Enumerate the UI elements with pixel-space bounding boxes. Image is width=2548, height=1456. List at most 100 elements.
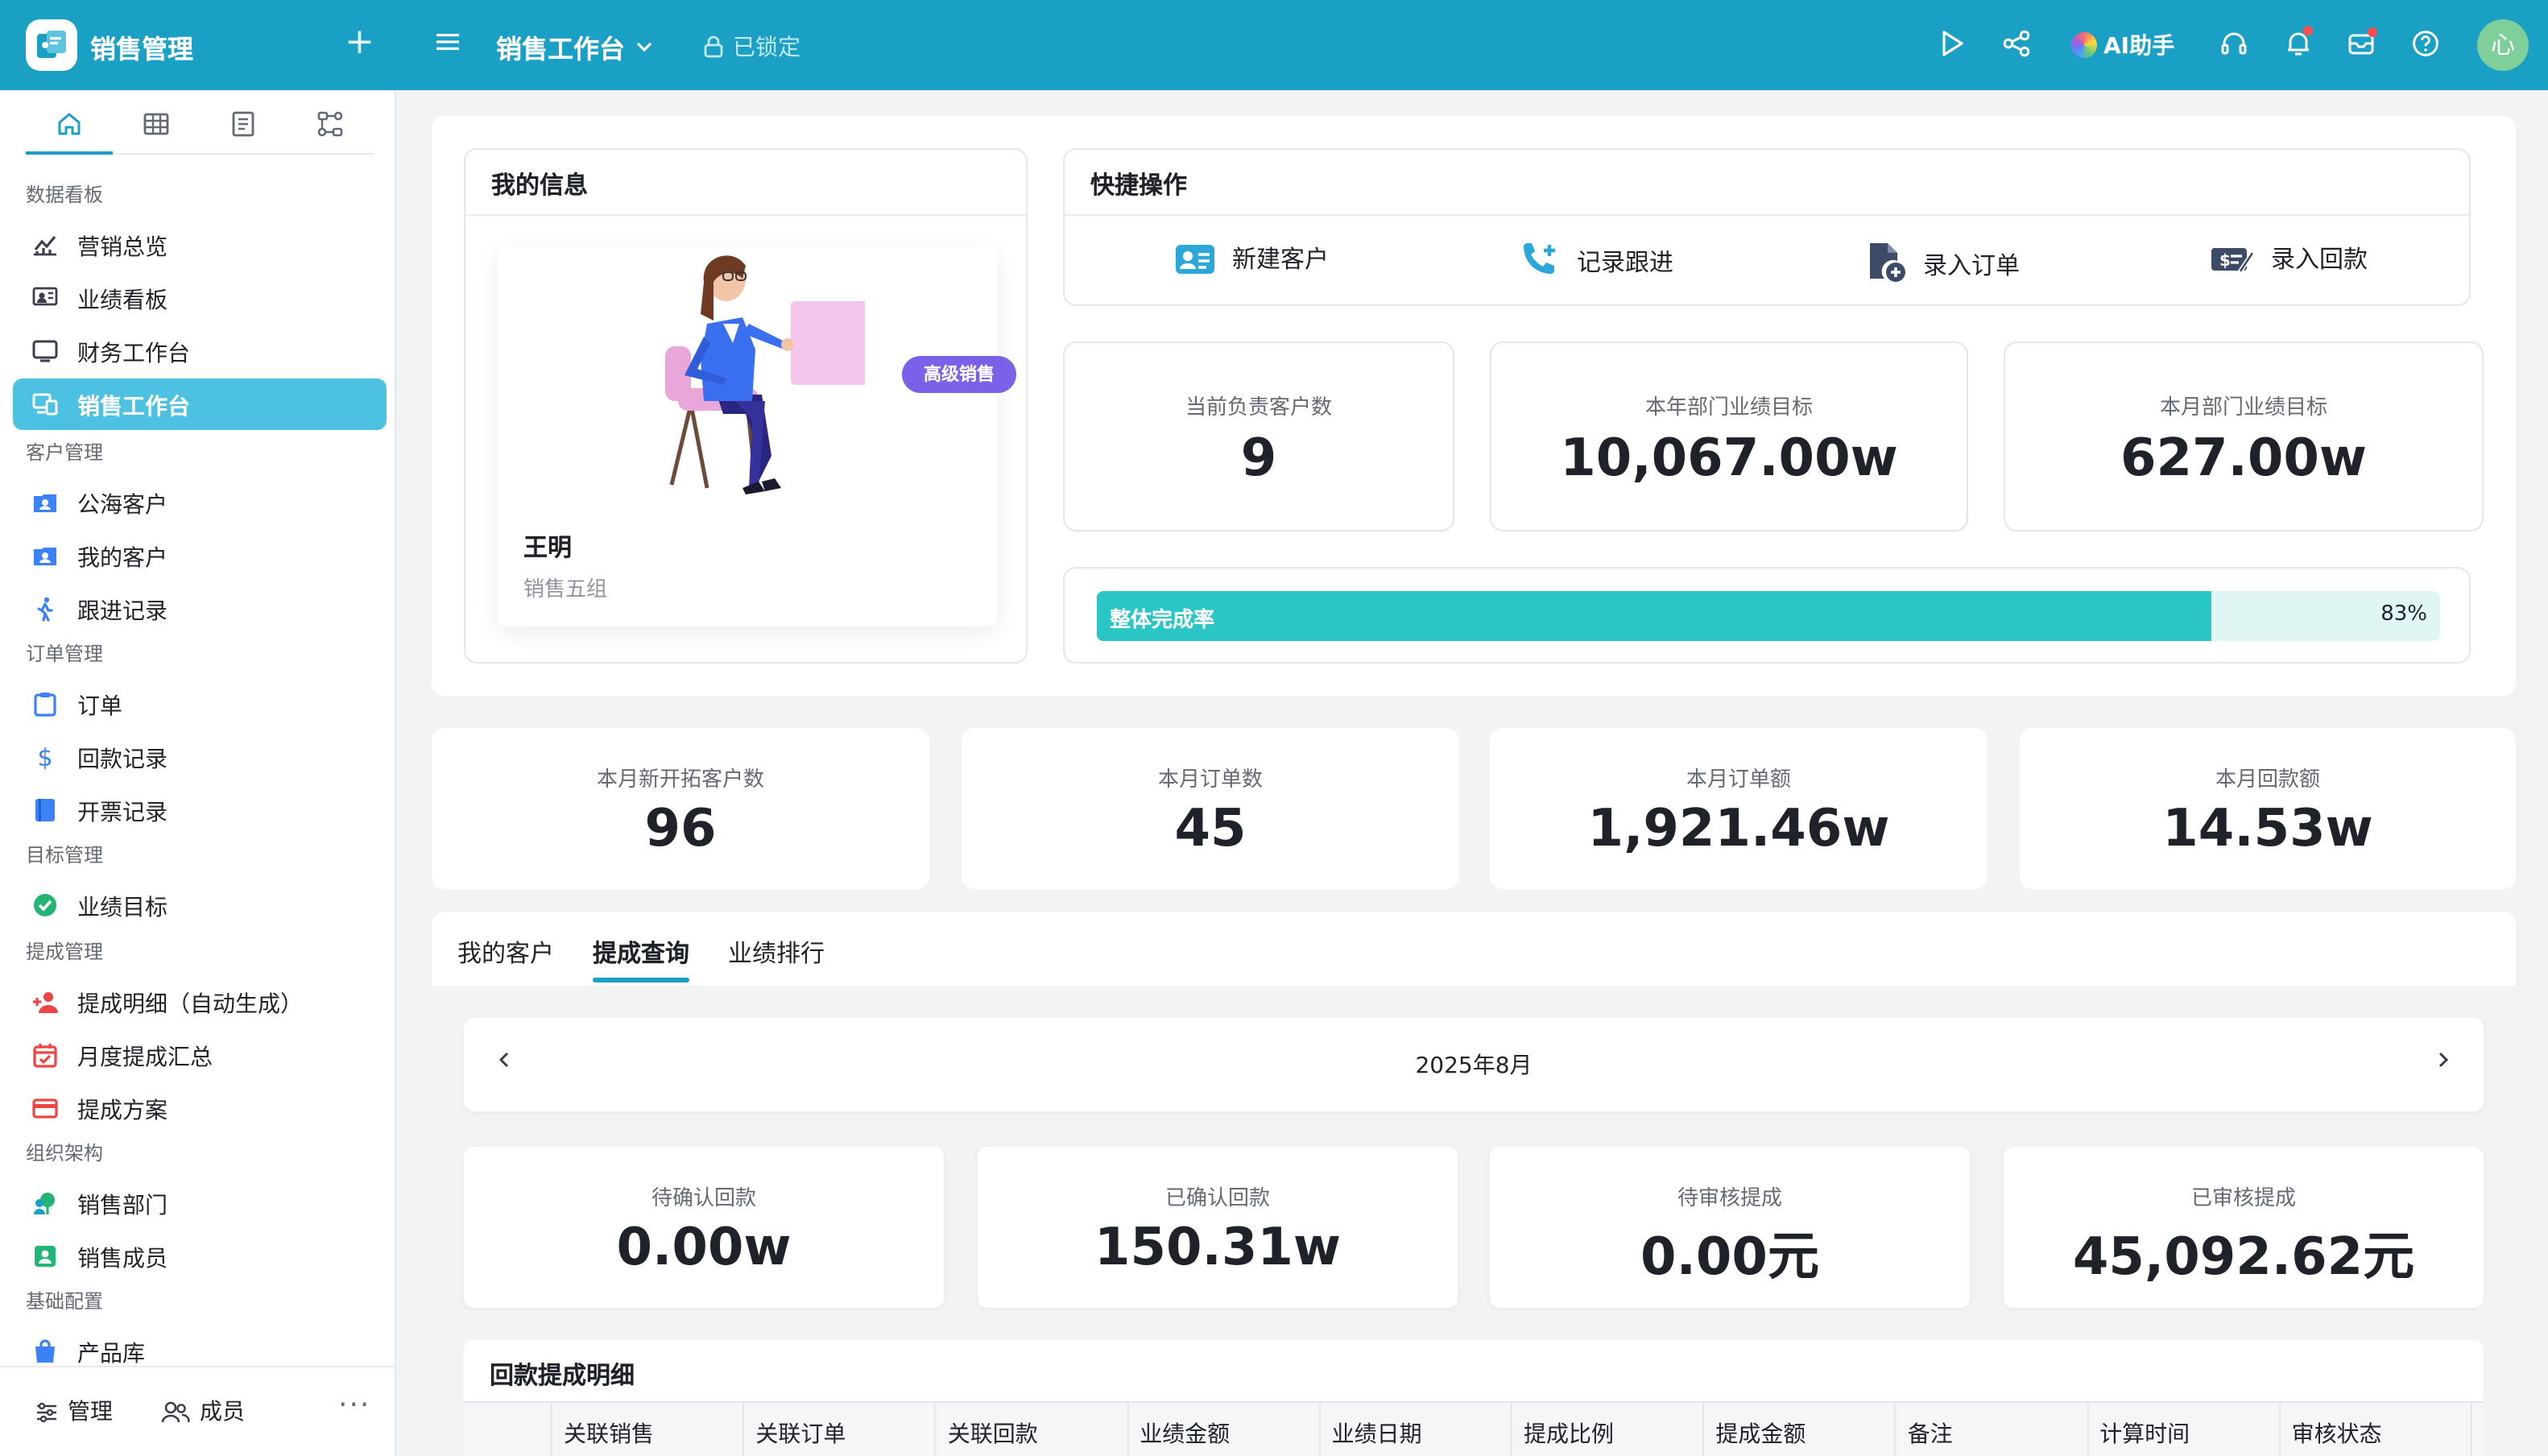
- progress-percent: 83%: [2380, 602, 2427, 627]
- nav-group-title: 基础配置: [26, 1290, 104, 1313]
- sidebar-item-commission-plans[interactable]: 提成方案: [13, 1082, 387, 1134]
- detail-tabs: 我的客户 提成查询 业绩排行: [432, 912, 2516, 986]
- sidebar-item-commission-details[interactable]: 提成明细（自动生成）: [13, 976, 387, 1028]
- my-info-title: 我的信息: [491, 171, 589, 200]
- lock-label: 已锁定: [733, 35, 800, 61]
- sidebar-item-orders[interactable]: 订单: [13, 678, 387, 730]
- column-header[interactable]: 提成比例: [1524, 1417, 1614, 1450]
- level-badge: 高级销售: [902, 356, 1016, 393]
- sidebar-item-payment-records[interactable]: $ 回款记录: [13, 731, 387, 783]
- presentation-icon: [32, 287, 58, 306]
- sidebar-view-tabs: [26, 90, 374, 155]
- menu-icon[interactable]: [435, 29, 461, 61]
- chevron-right-icon[interactable]: [2432, 1047, 2455, 1078]
- record-follow-up-button[interactable]: 记录跟进: [1519, 242, 1673, 280]
- bell-icon[interactable]: [2284, 26, 2313, 64]
- home-icon[interactable]: [26, 110, 113, 155]
- lock-icon: [704, 35, 723, 58]
- table-header: 关联销售 关联订单 关联回款 业绩金额 业绩日期 提成比例 提成金额 备注 计算时间 审核状态: [464, 1401, 2484, 1456]
- nav-group-title: 提成管理: [26, 941, 104, 963]
- column-header[interactable]: 关联销售: [564, 1417, 654, 1450]
- quick-actions-title: 快捷操作: [1090, 171, 1188, 200]
- walking-icon: [37, 597, 53, 622]
- sidebar-item-monthly-commission[interactable]: 月度提成汇总: [13, 1029, 387, 1081]
- sidebar-item-follow-up-records[interactable]: 跟进记录: [13, 583, 387, 635]
- inbox-icon[interactable]: [2347, 27, 2377, 64]
- calendar-check-icon: [33, 1044, 57, 1068]
- sidebar-item-finance-workbench[interactable]: 财务工作台: [13, 325, 387, 377]
- sidebar-item-sales-workbench[interactable]: 销售工作台: [13, 378, 387, 430]
- sidebar-item-performance-board[interactable]: 业绩看板: [13, 272, 387, 324]
- stat-card-month-target: 本月部门业绩目标 627.00w: [2004, 341, 2484, 532]
- divider: [465, 214, 1026, 216]
- column-header[interactable]: 关联订单: [755, 1417, 846, 1450]
- monitor-icon: [32, 340, 58, 362]
- profile-name: 王明: [523, 533, 573, 562]
- document-icon[interactable]: [225, 110, 261, 139]
- sidebar-footer: 管理 成员 ···: [0, 1366, 396, 1456]
- column-header[interactable]: 业绩金额: [1140, 1417, 1230, 1450]
- members-button[interactable]: 成员: [161, 1395, 245, 1427]
- column-header[interactable]: 备注: [1908, 1417, 1953, 1450]
- sidebar-item-invoice-records[interactable]: 开票记录: [13, 784, 387, 836]
- column-header[interactable]: 提成金额: [1715, 1417, 1806, 1450]
- quick-actions-panel: 快捷操作 新建客户 记录跟进 录入订单 $ 录入回款: [1063, 148, 2471, 306]
- ai-assistant-button[interactable]: AI助手: [2071, 29, 2174, 61]
- tab-commission-query[interactable]: 提成查询: [593, 936, 690, 982]
- lock-status: 已锁定: [704, 31, 800, 63]
- workflow-icon[interactable]: [312, 110, 348, 139]
- help-icon[interactable]: [2411, 29, 2440, 64]
- tab-performance-ranking[interactable]: 业绩排行: [728, 936, 825, 970]
- stat-label: 待审核提成: [1677, 1187, 1782, 1211]
- svg-text:$: $: [37, 744, 52, 770]
- stat-label: 当前负责客户数: [1185, 396, 1332, 420]
- nav-group-title: 订单管理: [26, 643, 104, 665]
- app-logo-icon: [26, 19, 77, 71]
- more-button[interactable]: ···: [338, 1388, 370, 1422]
- person-badge-icon: [35, 1246, 56, 1267]
- tab-my-customers[interactable]: 我的客户: [457, 936, 554, 970]
- column-header[interactable]: 审核状态: [2292, 1417, 2382, 1450]
- progress-label: 整体完成率: [1110, 609, 1215, 633]
- phone-add-icon: [1524, 243, 1555, 274]
- column-divider: [2278, 1403, 2281, 1456]
- stat-value: 150.31w: [1094, 1216, 1342, 1277]
- sidebar-item-sales-departments[interactable]: 销售部门: [13, 1177, 387, 1229]
- sales-person-illustration: [665, 255, 865, 494]
- ai-logo-icon: [2071, 32, 2097, 58]
- chevron-down-icon[interactable]: [635, 32, 654, 63]
- column-divider: [2087, 1403, 2089, 1456]
- workspace-title[interactable]: 销售工作台: [496, 27, 625, 66]
- stat-value: 96: [644, 797, 717, 858]
- sidebar-item-my-customers[interactable]: 我的客户: [13, 530, 387, 581]
- sidebar-item-public-customers[interactable]: 公海客户: [13, 477, 387, 528]
- share-icon[interactable]: [2002, 29, 2031, 64]
- play-icon[interactable]: [1939, 29, 1965, 64]
- user-avatar[interactable]: 心: [2477, 19, 2529, 71]
- column-divider: [1702, 1403, 1705, 1456]
- headset-icon[interactable]: [2219, 29, 2248, 64]
- stat-card-order-count: 本月订单数 45: [962, 728, 1459, 889]
- column-header[interactable]: 计算时间: [2099, 1417, 2190, 1450]
- overview-card: 我的信息 高级销售 王明 销售五组 快捷操作 新建客户 记录跟进 录入订单 $ …: [432, 116, 2516, 696]
- table-icon[interactable]: [139, 110, 174, 139]
- stat-value: 9: [1240, 427, 1277, 488]
- id-card-icon: [1176, 245, 1214, 274]
- column-header[interactable]: 关联回款: [948, 1417, 1038, 1450]
- enter-payment-button[interactable]: $ 录入回款: [2210, 242, 2368, 277]
- team-icon: [34, 1193, 55, 1214]
- sidebar-item-marketing-overview[interactable]: 营销总览: [13, 219, 387, 271]
- app-name: 销售管理: [90, 34, 194, 64]
- shopping-bag-icon: [35, 1339, 55, 1363]
- ai-label: AI助手: [2103, 34, 2175, 60]
- manage-button[interactable]: 管理: [35, 1395, 113, 1427]
- column-divider: [934, 1403, 937, 1456]
- column-divider: [551, 1403, 552, 1456]
- stat-label: 待确认回款: [651, 1187, 756, 1211]
- enter-order-button[interactable]: 录入订单: [1865, 242, 2020, 283]
- add-icon[interactable]: +: [345, 23, 374, 64]
- sidebar-item-sales-members[interactable]: 销售成员: [13, 1231, 387, 1282]
- column-header[interactable]: 业绩日期: [1332, 1417, 1422, 1450]
- sidebar-item-performance-targets[interactable]: 业绩目标: [13, 879, 387, 931]
- new-customer-button[interactable]: 新建客户: [1174, 242, 1329, 277]
